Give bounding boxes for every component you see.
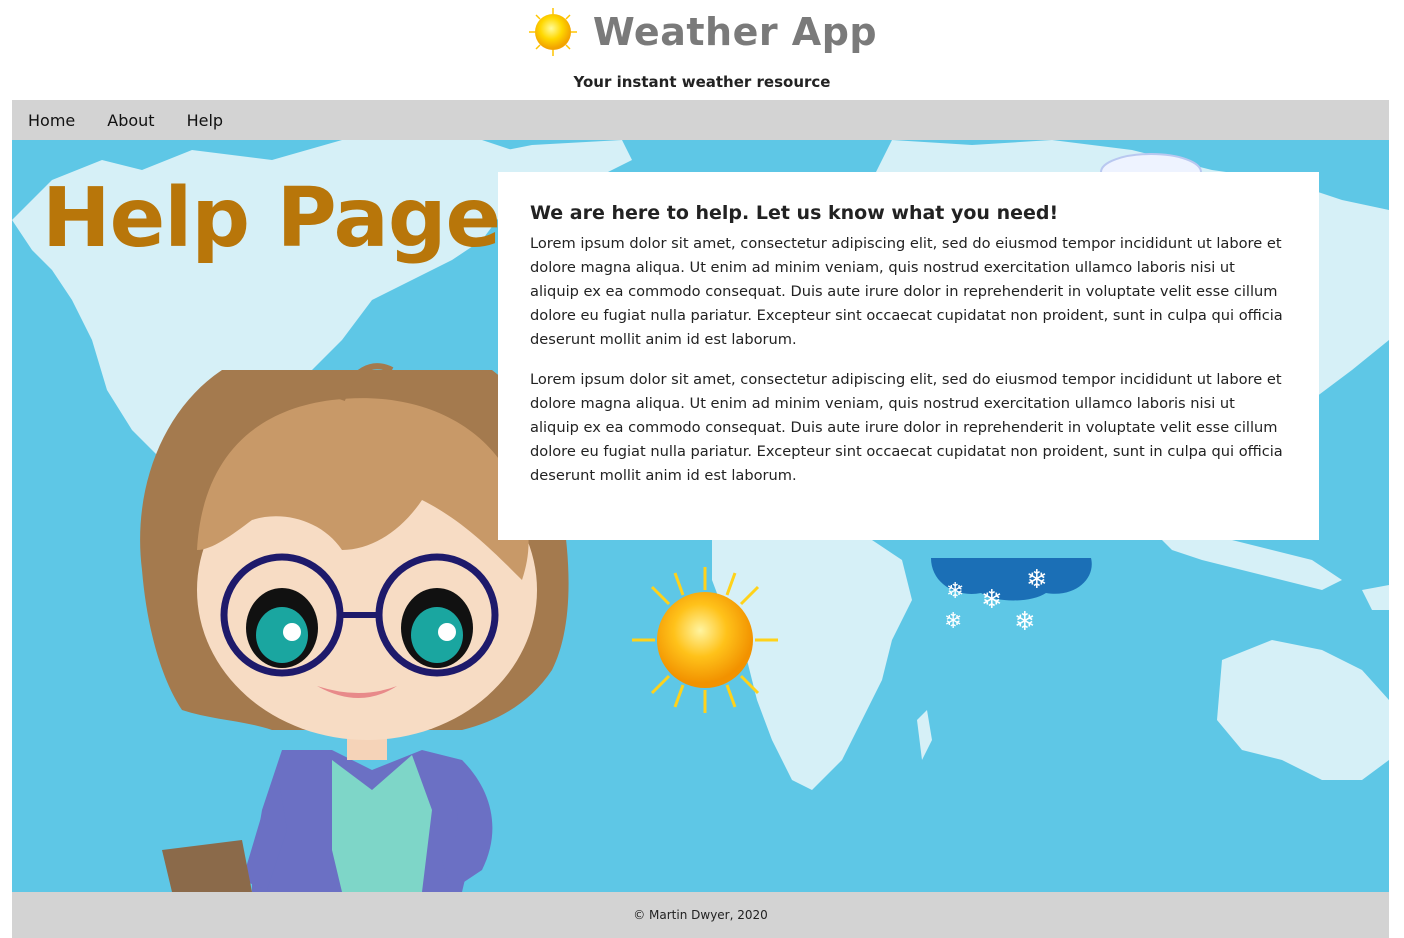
logo-row: Weather App [0,4,1404,60]
copyright-text: © Martin Dwyer, 2020 [633,908,768,922]
svg-text:❄: ❄ [1026,565,1048,595]
main-nav: Home About Help [12,100,1389,140]
hero-section: Help Page ❄ ❄ ❄ ❄ ❄ We are here to help.… [12,140,1389,892]
help-card: We are here to help. Let us know what yo… [498,172,1319,540]
app-title: Weather App [592,10,878,54]
card-paragraph: Lorem ipsum dolor sit amet, consectetur … [530,371,1283,484]
nav-home-link[interactable]: Home [28,111,75,130]
page-title: Help Page [42,171,501,266]
svg-text:❄: ❄ [981,585,1003,615]
tagline: Your instant weather resource [573,73,831,91]
svg-text:❄: ❄ [1014,607,1036,637]
sun-icon [527,6,579,58]
nav-about-link[interactable]: About [107,111,154,130]
nav-help-link[interactable]: Help [187,111,223,130]
svg-text:❄: ❄ [946,579,964,604]
site-footer: © Martin Dwyer, 2020 [12,892,1389,938]
svg-text:❄: ❄ [944,609,962,634]
snow-cloud-icon: ❄ ❄ ❄ ❄ ❄ [931,558,1092,637]
sun-icon [632,567,778,713]
card-paragraph: Lorem ipsum dolor sit amet, consectetur … [530,235,1283,348]
card-heading: We are here to help. Let us know what yo… [530,202,1059,224]
site-header: Weather App Your instant weather resourc… [0,0,1404,100]
